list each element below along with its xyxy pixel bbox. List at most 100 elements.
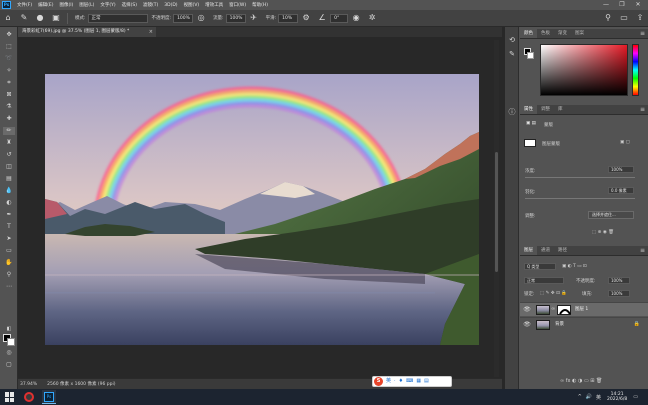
tab-paths[interactable]: 路径 <box>554 246 571 255</box>
crop-tool-icon[interactable]: ⌗ <box>3 79 15 87</box>
tab-layers[interactable]: 图层 <box>520 246 537 255</box>
layer-name[interactable]: 图层 1 <box>575 303 588 317</box>
history-icon[interactable]: ⟲ <box>507 35 517 45</box>
tab-properties[interactable]: 属性 <box>520 105 537 114</box>
menu-type[interactable]: 文字(Y) <box>97 2 118 8</box>
taskbar-clock[interactable]: 14:21 2022/6/8 <box>607 392 627 403</box>
background-color-swatch[interactable] <box>7 338 15 346</box>
more-tools-icon[interactable]: ⋯ <box>3 283 15 291</box>
lasso-tool-icon[interactable]: ➰ <box>3 55 15 63</box>
workspace-icon[interactable]: ▭ <box>618 12 630 24</box>
visibility-eye-icon[interactable]: 👁 <box>523 321 531 329</box>
eyedropper-tool-icon[interactable]: ⚗ <box>3 103 15 111</box>
tab-adjustments[interactable]: 调整 <box>537 105 554 114</box>
ime-keyboard-icon[interactable]: ⌨ <box>406 377 413 386</box>
chain-link-icon[interactable]: ∞ <box>551 306 555 312</box>
angle-field[interactable]: 0° <box>330 13 349 23</box>
brush-panel-icon[interactable]: ▣ <box>50 12 62 24</box>
layer-row-1[interactable]: 👁 ∞ 图层 1 <box>520 302 648 316</box>
minimize-button[interactable]: — <box>598 0 614 10</box>
tab-patterns[interactable]: 图案 <box>571 29 588 38</box>
tab-gradients[interactable]: 渐变 <box>554 29 571 38</box>
menu-layer[interactable]: 图层(L) <box>76 2 97 8</box>
brush-tool-icon[interactable]: ✏ <box>3 127 15 135</box>
vertical-scrollbar[interactable] <box>494 40 499 377</box>
ime-toolbox-icon[interactable]: ▦ <box>416 377 421 386</box>
tab-libraries[interactable]: 库 <box>554 105 567 114</box>
layer-filter-icons[interactable]: ▣ ◐ T ▭ ⊡ <box>562 264 587 269</box>
healing-tool-icon[interactable]: ✚ <box>3 115 15 123</box>
feather-slider[interactable] <box>525 198 635 199</box>
menu-edit[interactable]: 编辑(E) <box>35 2 56 8</box>
settings-gear-icon[interactable]: ⚙ <box>300 12 312 24</box>
screen-mode-icon[interactable]: ▢ <box>3 361 15 369</box>
default-colors-icon[interactable]: ◧ <box>3 325 15 333</box>
zoom-level[interactable]: 37.94% <box>20 382 37 387</box>
visibility-eye-icon[interactable]: 👁 <box>523 306 531 314</box>
blend-mode-select[interactable]: 正常 <box>524 277 564 284</box>
menu-image[interactable]: 图像(I) <box>56 2 76 8</box>
select-and-mask-button[interactable]: 选择并遮住... <box>588 211 634 219</box>
notification-icon[interactable]: ▭ <box>633 394 638 400</box>
close-button[interactable]: ✕ <box>630 0 646 10</box>
marquee-tool-icon[interactable]: ⬚ <box>3 43 15 51</box>
taskbar-app-photoshop[interactable]: Ps <box>42 390 56 404</box>
eraser-tool-icon[interactable]: ◫ <box>3 163 15 171</box>
airbrush-icon[interactable]: ✈ <box>248 12 260 24</box>
frame-tool-icon[interactable]: ⊠ <box>3 91 15 99</box>
hand-tool-icon[interactable]: ✋ <box>3 259 15 267</box>
mask-thumbnail[interactable] <box>557 305 571 315</box>
share-icon[interactable]: ⇪ <box>634 12 646 24</box>
menu-select[interactable]: 选择(S) <box>119 2 140 8</box>
feather-field[interactable]: 0.0 像素 <box>608 187 634 194</box>
brush-preset-icon[interactable]: ✎ <box>18 12 30 24</box>
tab-channels[interactable]: 通道 <box>537 246 554 255</box>
flow-field[interactable]: 100% <box>225 13 246 23</box>
menu-window[interactable]: 窗口(W) <box>226 2 249 8</box>
zoom-tool-icon[interactable]: ⚲ <box>3 271 15 279</box>
gradient-tool-icon[interactable]: ▤ <box>3 175 15 183</box>
search-icon[interactable]: ⚲ <box>602 12 614 24</box>
input-language-icon[interactable]: 英 <box>596 394 601 401</box>
document-canvas[interactable] <box>45 74 479 345</box>
taskbar-app-record[interactable] <box>22 390 36 404</box>
hue-slider[interactable] <box>632 44 639 96</box>
pressure-opacity-icon[interactable]: ◎ <box>195 12 207 24</box>
quick-select-tool-icon[interactable]: ✧ <box>3 67 15 75</box>
close-tab-icon[interactable]: × <box>149 27 153 37</box>
brush-settings-icon[interactable]: ✎ <box>507 49 517 59</box>
sogou-logo[interactable]: S <box>374 377 383 386</box>
tab-color[interactable]: 颜色 <box>520 29 537 38</box>
density-slider[interactable] <box>525 177 635 178</box>
color-field[interactable] <box>540 44 628 96</box>
opacity-field[interactable]: 100% <box>173 13 194 23</box>
mode-select[interactable]: 正常 <box>87 13 148 23</box>
angle-icon[interactable]: ∠ <box>316 12 328 24</box>
menu-help[interactable]: 帮助(H) <box>249 2 271 8</box>
density-field[interactable]: 100% <box>608 166 634 173</box>
menu-view[interactable]: 视图(V) <box>181 2 203 8</box>
symmetry-icon[interactable]: ✲ <box>366 12 378 24</box>
info-icon[interactable]: ⓘ <box>507 107 517 117</box>
home-icon[interactable]: ⌂ <box>2 12 14 24</box>
path-select-tool-icon[interactable]: ➤ <box>3 235 15 243</box>
layer-action-icons[interactable]: ∞ fx ◐ ◑ ▭ ⊞ 🗑 <box>560 378 602 384</box>
move-tool-icon[interactable]: ✥ <box>3 31 15 39</box>
type-tool-icon[interactable]: T <box>3 223 15 231</box>
history-brush-tool-icon[interactable]: ↺ <box>3 151 15 159</box>
lock-icons[interactable]: ⬚ ✎ ✥ ⊡ 🔒 <box>540 291 567 296</box>
blur-tool-icon[interactable]: 💧 <box>3 187 15 195</box>
mask-options-icons[interactable]: ▣ ▢ <box>620 140 630 145</box>
tray-overflow-icon[interactable]: ^ <box>578 394 582 400</box>
color-panel-background[interactable] <box>527 52 534 59</box>
canvas-area[interactable] <box>18 37 502 378</box>
layer-opacity-field[interactable]: 100% <box>608 277 630 284</box>
shape-tool-icon[interactable]: ▭ <box>3 247 15 255</box>
clone-stamp-tool-icon[interactable]: ♜ <box>3 139 15 147</box>
smooth-field[interactable]: 10% <box>278 13 299 23</box>
mask-icons[interactable]: ▣ ▤ <box>526 121 536 126</box>
volume-icon[interactable]: 🔊 <box>586 394 592 400</box>
ime-punctuation[interactable]: · <box>394 377 396 386</box>
mask-action-icons[interactable]: ⬚ ⊕ ◉ 🗑 <box>592 230 614 235</box>
panel-menu-icon[interactable]: ≡ <box>640 105 645 114</box>
